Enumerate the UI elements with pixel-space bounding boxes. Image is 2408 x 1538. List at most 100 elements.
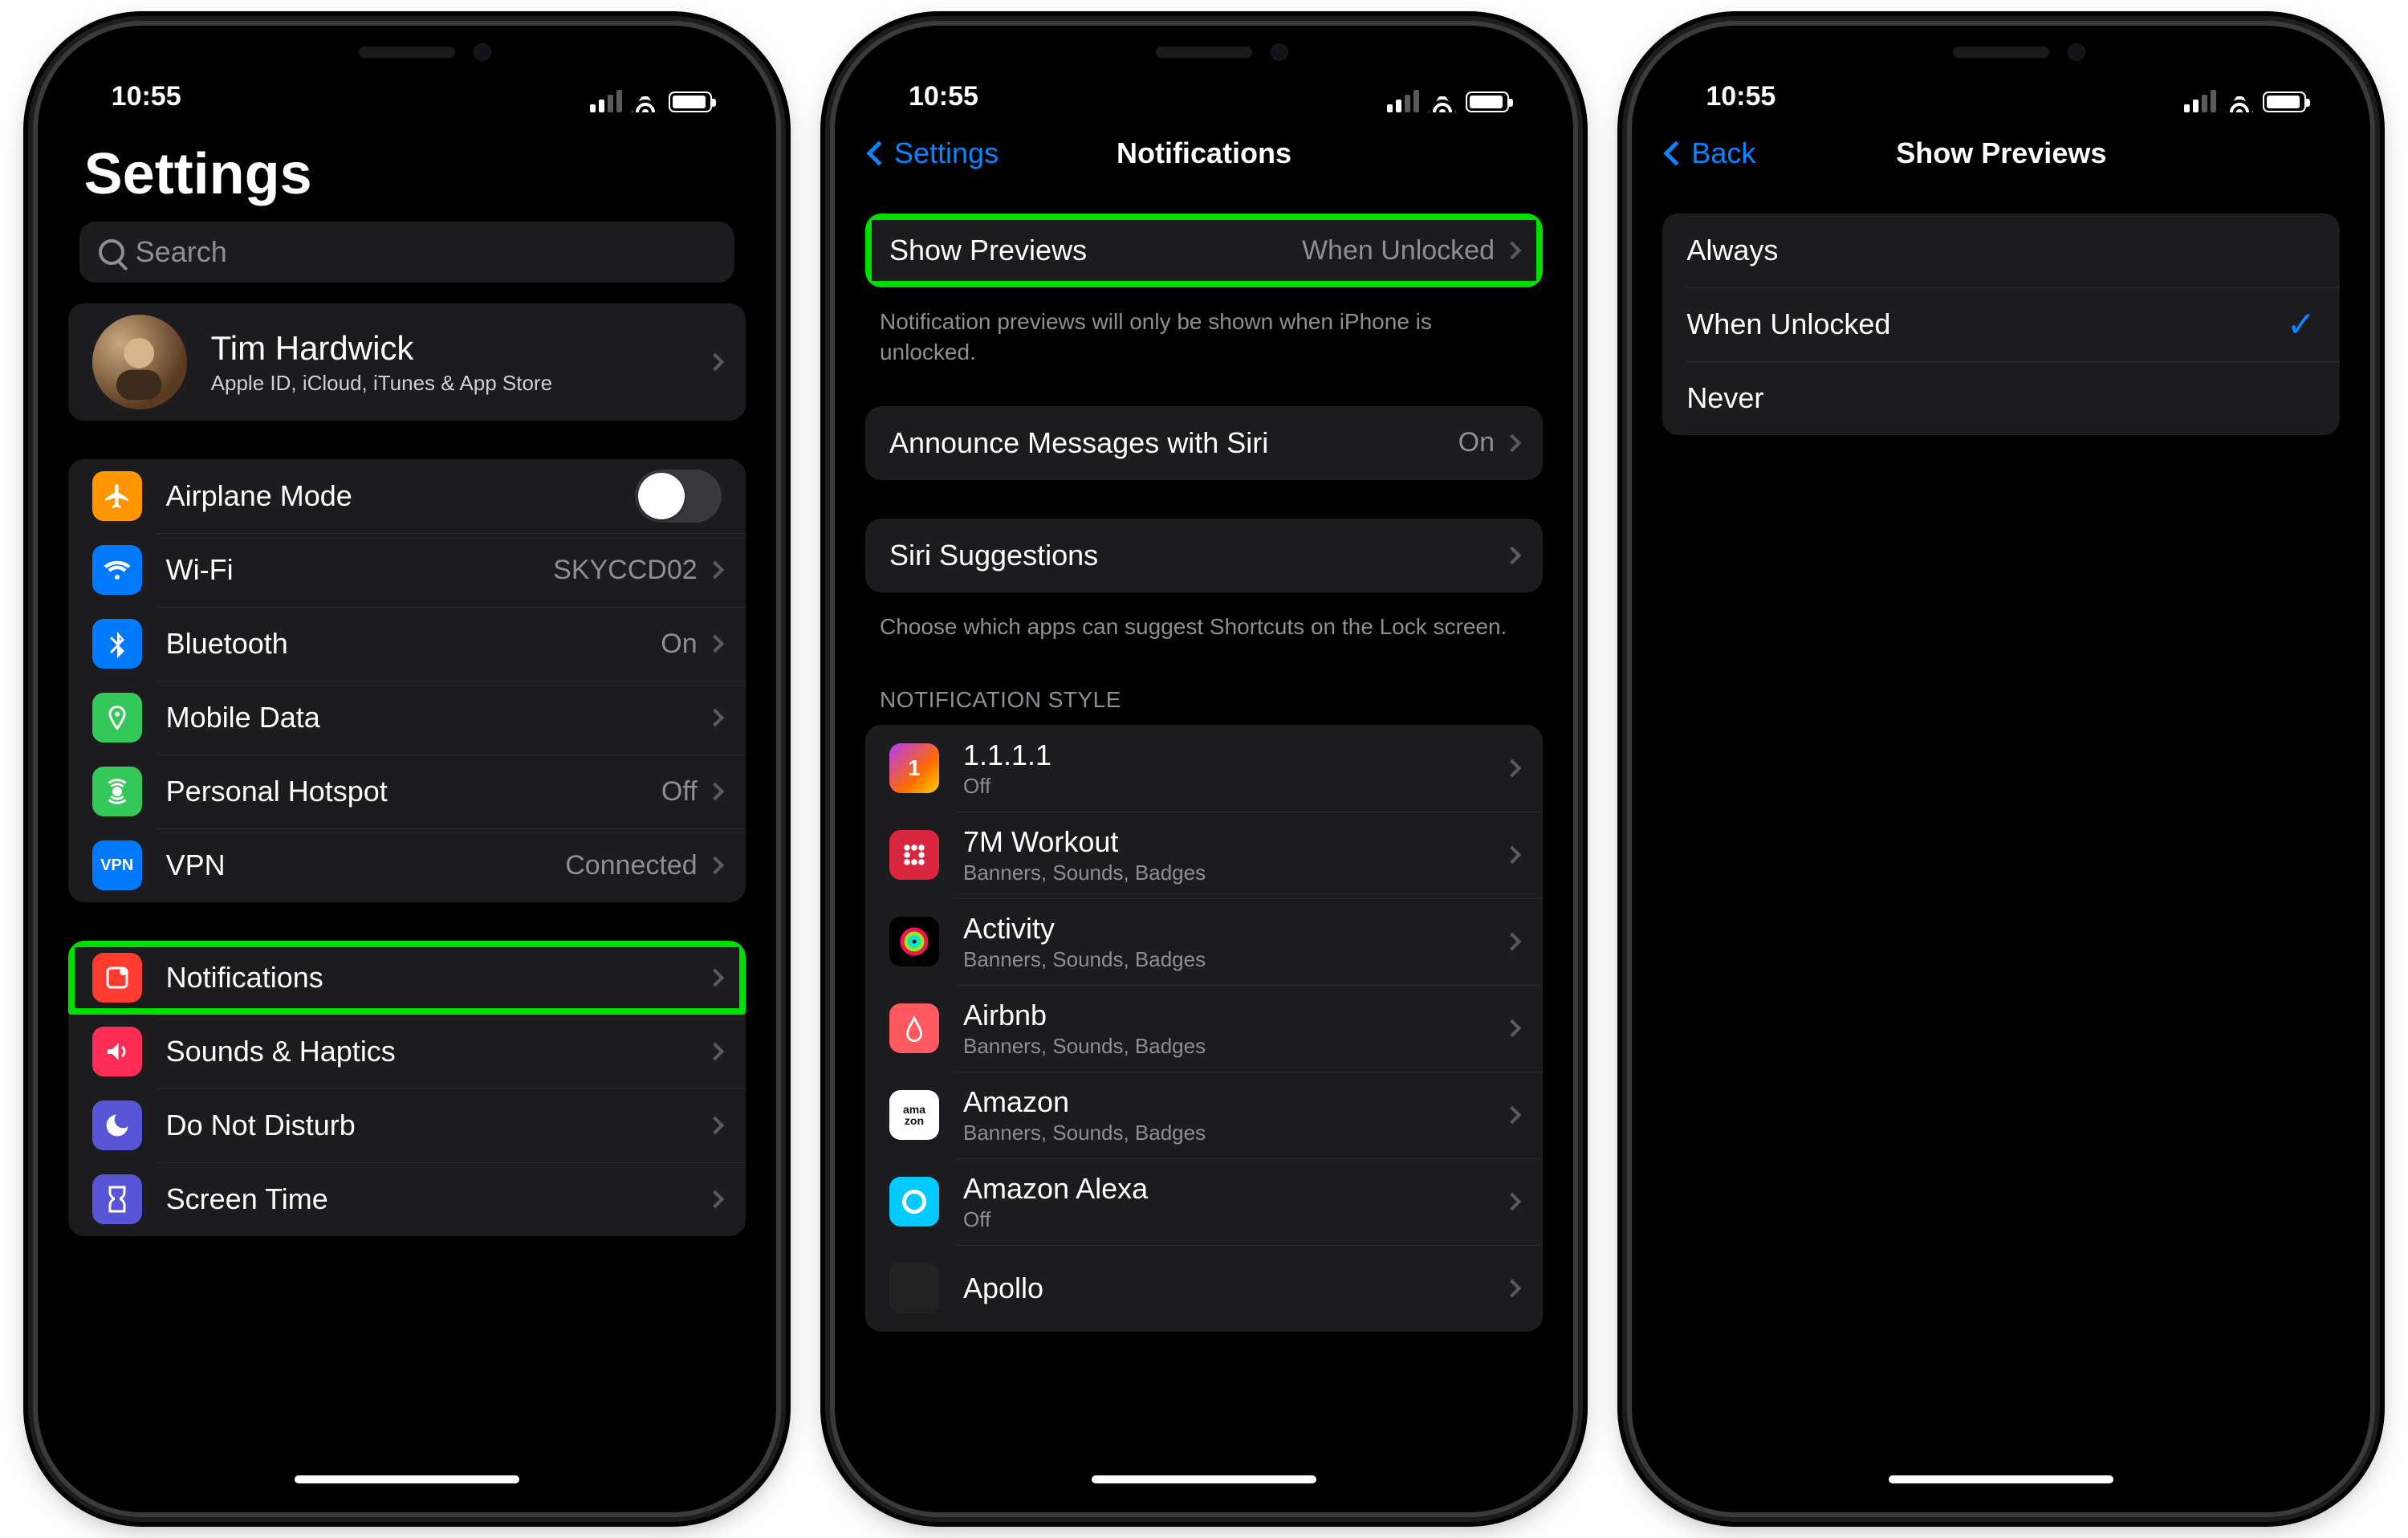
row-notifications[interactable]: Notifications [68,941,746,1015]
row-show-previews[interactable]: Show Previews When Unlocked [865,214,1543,287]
nav-bar: Back Show Previews [1648,117,2354,189]
row-value: SKYCCD02 [553,555,698,586]
row-airplane[interactable]: Airplane Mode [68,459,746,533]
row-value: Connected [565,850,697,881]
back-button[interactable]: Settings [870,136,999,170]
option-label: When Unlocked [1686,307,2286,341]
sounds-icon [92,1027,142,1076]
apple-id-row[interactable]: Tim Hardwick Apple ID, iCloud, iTunes & … [68,303,746,421]
app-sub: Banners, Sounds, Badges [963,861,1506,885]
app-sub: Banners, Sounds, Badges [963,947,1506,972]
chevron-right-icon [706,709,724,727]
chevron-right-icon [706,1117,724,1135]
app-row[interactable]: 11.1.1.1Off [865,725,1543,812]
chevron-left-icon [866,140,891,165]
home-indicator[interactable] [1889,1475,2113,1483]
row-value: On [1458,427,1495,458]
row-wifi[interactable]: Wi-FiSKYCCD02 [68,533,746,607]
row-label: Airplane Mode [166,479,635,513]
app-row[interactable]: 7M WorkoutBanners, Sounds, Badges [865,812,1543,898]
row-value: On [661,629,697,660]
row-hotspot[interactable]: Personal HotspotOff [68,755,746,828]
row-label: Wi-Fi [166,553,553,587]
chevron-right-icon [1503,1106,1522,1125]
battery-icon [669,92,712,112]
notifications-icon [92,953,142,1003]
app-name: Activity [963,912,1506,946]
dnd-icon [92,1101,142,1150]
app-row[interactable]: Apollo [865,1245,1543,1332]
home-indicator[interactable] [295,1475,519,1483]
airplane-icon [92,471,142,521]
row-sounds[interactable]: Sounds & Haptics [68,1015,746,1088]
row-bluetooth[interactable]: BluetoothOn [68,607,746,681]
group-footer: Choose which apps can suggest Shortcuts … [851,602,1557,642]
checkmark-icon: ✓ [2286,304,2316,345]
chevron-right-icon [706,856,724,875]
apple-id-subtitle: Apple ID, iCloud, iTunes & App Store [211,371,709,396]
apple-id-name: Tim Hardwick [211,329,709,368]
app-icon [889,830,939,880]
chevron-right-icon [1503,1280,1522,1298]
app-sub: Banners, Sounds, Badges [963,1034,1506,1059]
row-label: Sounds & Haptics [166,1035,709,1068]
group-header: NOTIFICATION STYLE [851,680,1557,725]
app-row[interactable]: amazonAmazonBanners, Sounds, Badges [865,1072,1543,1158]
page-title: Settings [54,117,760,215]
option-row[interactable]: Always [1662,214,2340,287]
back-label: Back [1691,136,1755,170]
app-sub: Off [963,774,1506,799]
avatar [92,315,187,409]
group-footer: Notification previews will only be shown… [851,297,1557,368]
chevron-right-icon [706,561,724,580]
option-row[interactable]: When Unlocked✓ [1662,287,2340,361]
chevron-right-icon [706,783,724,801]
row-label: Show Previews [889,234,1302,267]
cellular-icon [2184,92,2216,112]
row-siri-suggestions[interactable]: Siri Suggestions [865,519,1543,592]
chevron-right-icon [706,353,724,372]
chevron-right-icon [1503,242,1522,260]
app-name: Apollo [963,1271,1506,1305]
row-vpn[interactable]: VPNVPNConnected [68,828,746,902]
app-sub: Off [963,1207,1506,1232]
back-label: Settings [894,136,999,170]
app-name: Airbnb [963,999,1506,1032]
row-screentime[interactable]: Screen Time [68,1162,746,1236]
row-dnd[interactable]: Do Not Disturb [68,1088,746,1162]
nav-title: Notifications [1117,136,1291,170]
chevron-right-icon [1503,759,1522,778]
app-name: 7M Workout [963,825,1506,859]
chevron-right-icon [706,1190,724,1209]
wifi-icon [92,545,142,595]
back-button[interactable]: Back [1667,136,1755,170]
app-name: Amazon [963,1085,1506,1119]
vpn-icon: VPN [92,840,142,890]
option-row[interactable]: Never [1662,361,2340,435]
app-sub: Banners, Sounds, Badges [963,1121,1506,1145]
home-indicator[interactable] [1092,1475,1316,1483]
row-label: Mobile Data [166,701,709,734]
chevron-right-icon [1503,1019,1522,1038]
search-placeholder: Search [136,235,227,269]
battery-icon [1466,92,1509,112]
hotspot-icon [92,767,142,816]
notch [1828,26,2174,79]
chevron-right-icon [1503,846,1522,865]
wifi-icon [1429,92,1456,112]
toggle[interactable] [635,470,722,523]
app-row[interactable]: AirbnbBanners, Sounds, Badges [865,985,1543,1072]
app-icon [889,1003,939,1053]
app-row[interactable]: Amazon AlexaOff [865,1158,1543,1245]
row-announce-siri[interactable]: Announce Messages with Siri On [865,406,1543,480]
row-mobiledata[interactable]: Mobile Data [68,681,746,755]
chevron-right-icon [1503,1193,1522,1211]
row-label: Notifications [166,961,709,995]
status-time: 10:55 [112,81,181,112]
app-icon: 1 [889,743,939,793]
cellular-icon [590,92,622,112]
nav-title: Show Previews [1896,136,2106,170]
mobiledata-icon [92,693,142,743]
search-input[interactable]: Search [79,222,734,283]
app-row[interactable]: ActivityBanners, Sounds, Badges [865,898,1543,985]
